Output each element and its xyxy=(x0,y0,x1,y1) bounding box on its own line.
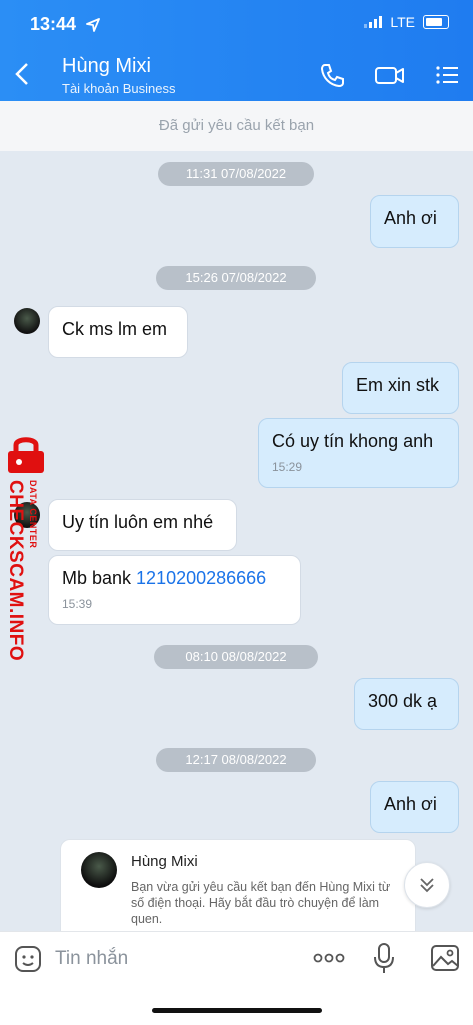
menu-list-button[interactable] xyxy=(434,62,460,88)
back-button[interactable] xyxy=(14,62,30,91)
date-separator: 15:26 07/08/2022 xyxy=(156,266,316,290)
network-label: LTE xyxy=(390,14,415,30)
account-type: Tài khoản Business xyxy=(62,81,176,96)
card-body: Bạn vừa gửi yêu cầu kết bạn đến Hùng Mix… xyxy=(131,880,391,926)
date-separator: 12:17 08/08/2022 xyxy=(156,748,316,772)
message-outgoing[interactable]: Em xin stk xyxy=(342,362,459,414)
image-icon[interactable] xyxy=(430,944,460,972)
more-options-icon[interactable] xyxy=(312,951,346,965)
video-call-button[interactable] xyxy=(374,62,406,88)
message-prefix: Mb bank xyxy=(62,568,137,588)
signal-icon xyxy=(364,16,383,28)
account-number-link[interactable]: 1210200286666 xyxy=(136,568,266,588)
message-incoming[interactable]: Ck ms lm em xyxy=(48,306,188,358)
double-chevron-down-icon xyxy=(420,878,434,893)
contact-avatar[interactable] xyxy=(14,308,40,334)
status-right: LTE xyxy=(364,14,449,30)
date-separator: 08:10 08/08/2022 xyxy=(154,645,318,669)
message-outgoing[interactable]: Anh ơi xyxy=(370,781,459,833)
home-indicator xyxy=(152,1008,322,1013)
card-avatar xyxy=(81,852,117,888)
scroll-down-button[interactable] xyxy=(404,862,450,908)
message-outgoing[interactable]: 300 dk ạ xyxy=(354,678,459,730)
chevron-left-icon xyxy=(15,63,28,85)
chat-area[interactable]: 11:31 07/08/2022 Anh ơi 15:26 07/08/2022… xyxy=(0,151,473,941)
message-time: 15:39 xyxy=(62,597,93,611)
watermark: CHECKSCAM.INFO DATA CENTER xyxy=(0,432,52,672)
friend-request-banner: Đã gửi yêu cầu kết bạn xyxy=(0,101,473,151)
phone-call-button[interactable] xyxy=(320,62,346,88)
battery-icon xyxy=(423,15,449,29)
contact-name[interactable]: Hùng Mixi xyxy=(62,55,151,78)
card-name: Hùng Mixi xyxy=(131,853,198,870)
message-text: Mb bank 1210200286666 xyxy=(62,568,287,589)
message-time: 15:29 xyxy=(272,460,303,474)
date-separator: 11:31 07/08/2022 xyxy=(158,162,314,186)
sticker-icon[interactable] xyxy=(14,945,42,973)
friend-request-card: Hùng Mixi Bạn vừa gửi yêu cầu kết bạn đế… xyxy=(60,839,416,941)
watermark-text: CHECKSCAM.INFO xyxy=(5,480,26,662)
message-text: Có uy tín khong anh xyxy=(272,431,434,451)
watermark-subtext: DATA CENTER xyxy=(28,480,38,549)
location-arrow-icon xyxy=(86,18,100,32)
message-incoming[interactable]: Mb bank 1210200286666 15:39 xyxy=(48,555,301,625)
message-input[interactable]: Tin nhắn xyxy=(55,948,128,970)
microphone-icon[interactable] xyxy=(373,942,395,976)
chat-header: 13:44 LTE Hùng Mixi Tài khoản Business xyxy=(0,0,473,101)
message-incoming[interactable]: Uy tín luôn em nhé xyxy=(48,499,237,551)
message-outgoing[interactable]: Anh ơi xyxy=(370,195,459,248)
lock-icon xyxy=(8,437,44,473)
message-outgoing[interactable]: Có uy tín khong anh 15:29 xyxy=(258,418,459,488)
status-time: 13:44 xyxy=(30,14,77,34)
